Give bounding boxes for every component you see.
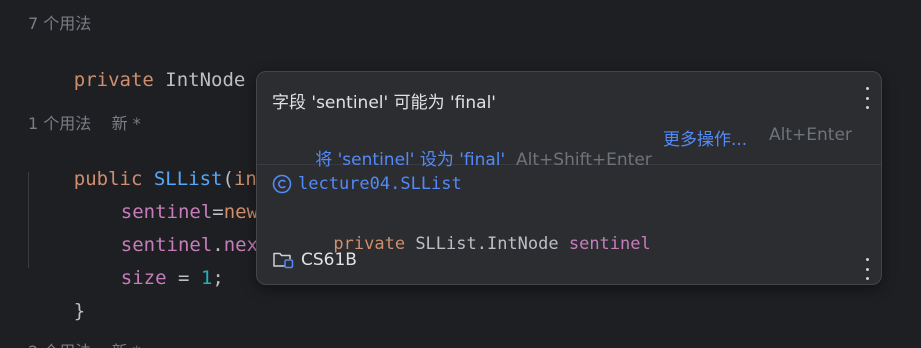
quick-fix-shortcut: Alt+Shift+Enter bbox=[516, 150, 652, 170]
usage-hint[interactable]: 2 个用法 新 * bbox=[28, 338, 141, 348]
inspection-popup: 字段 'sentinel' 可能为 'final' 将 'sentinel' 设… bbox=[256, 71, 882, 285]
more-actions-shortcut: Alt+Enter bbox=[769, 125, 852, 145]
class-icon bbox=[272, 174, 292, 194]
usage-hint[interactable]: 7 个用法 bbox=[28, 10, 91, 34]
code-line-constructor: public SLList(int i bbox=[73, 168, 291, 190]
code-line-size: size = 1; bbox=[120, 267, 224, 289]
type-name: IntNode bbox=[153, 69, 257, 91]
module-folder-icon bbox=[273, 252, 294, 269]
indent-guide bbox=[28, 172, 29, 268]
usage-hint[interactable]: 1 个用法 新 * bbox=[28, 110, 141, 134]
class-link[interactable]: lecture04.SLList bbox=[272, 172, 462, 196]
keyword-private: private bbox=[73, 69, 154, 91]
more-actions-link[interactable]: 更多操作... bbox=[663, 125, 747, 150]
class-name: lecture04.SLList bbox=[298, 174, 462, 194]
problem-description: 字段 'sentinel' 可能为 'final' bbox=[272, 93, 496, 113]
code-editor[interactable]: 7 个用法 private IntNode sentinel; 1 个用法 新 … bbox=[0, 0, 921, 348]
more-vertical-icon[interactable] bbox=[864, 258, 870, 280]
more-vertical-icon[interactable] bbox=[864, 87, 870, 109]
popup-problem-section: 字段 'sentinel' 可能为 'final' 将 'sentinel' 设… bbox=[257, 72, 881, 170]
code-line-closing-brace: } bbox=[73, 300, 86, 322]
module-name: CS61B bbox=[301, 250, 357, 270]
code-line-field-declaration: private IntNode sentinel; bbox=[28, 41, 360, 91]
module-info: CS61B bbox=[272, 248, 357, 272]
quick-fix-make-final-link[interactable]: 将 'sentinel' 设为 'final' bbox=[315, 150, 505, 170]
